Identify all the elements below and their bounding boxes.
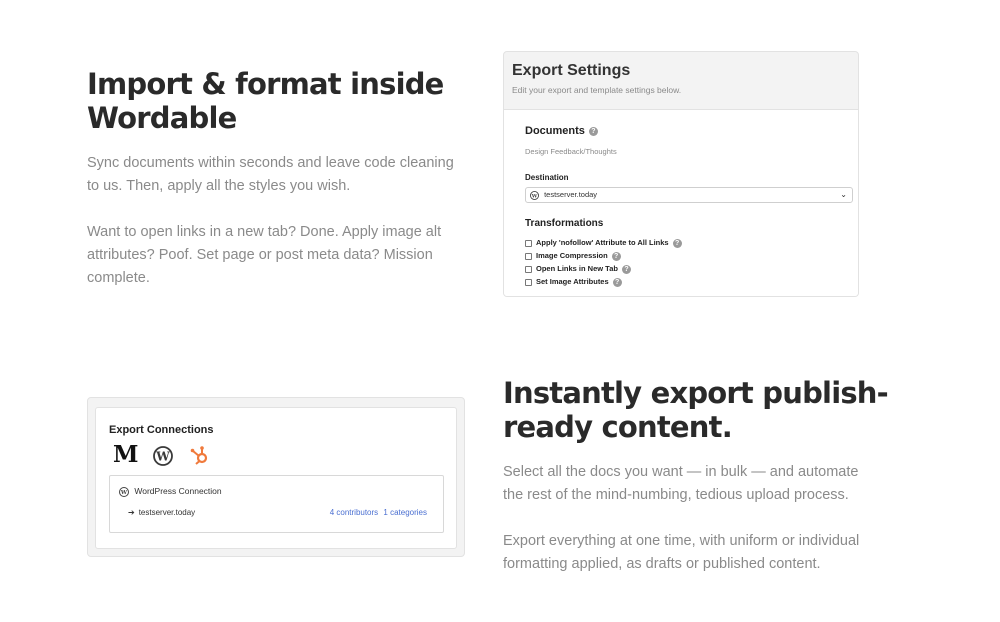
connection-server: ➔ testserver.today: [128, 508, 195, 517]
connection-server-text: testserver.today: [138, 508, 196, 517]
option-label: Image Compression: [536, 251, 608, 260]
section2-heading-line2: ready content.: [503, 410, 733, 444]
option-label: Set Image Attributes: [536, 277, 609, 286]
section1-heading-line1: Import & format inside: [87, 67, 444, 101]
categories-link[interactable]: 1 categories: [383, 508, 427, 517]
option-set-image-attributes[interactable]: Set Image Attributes?: [525, 277, 622, 287]
help-icon[interactable]: ?: [621, 264, 631, 274]
connection-name: W WordPress Connection: [119, 486, 222, 497]
hubspot-logo-icon[interactable]: [190, 445, 210, 466]
medium-logo-icon[interactable]: M: [113, 442, 138, 468]
export-settings-title: Export Settings: [512, 62, 631, 79]
export-settings-body: Documents? Design Feedback/Thoughts Dest…: [504, 109, 858, 296]
section1-heading-line2: Wordable: [87, 101, 237, 135]
svg-text:W: W: [531, 193, 538, 199]
contributors-link[interactable]: 4 contributors: [330, 508, 378, 517]
destination-value: testserver.today: [544, 190, 598, 199]
arrow-right-icon: ➔: [128, 508, 135, 517]
transformations-label: Transformations: [525, 218, 604, 229]
connection-name-text: WordPress Connection: [134, 486, 222, 496]
section1-para2: Want to open links in a new tab? Done. A…: [87, 224, 442, 286]
option-label: Apply 'nofollow' Attribute to All Links: [536, 238, 669, 247]
export-connections-inner: Export Connections M W W WordPress Conne…: [95, 407, 457, 549]
help-icon[interactable]: ?: [612, 277, 622, 287]
export-settings-panel: Export Settings Edit your export and tem…: [503, 51, 859, 297]
document-name: Design Feedback/Thoughts: [525, 147, 617, 156]
option-label: Open Links in New Tab: [536, 264, 618, 273]
wordpress-connection-box[interactable]: W WordPress Connection ➔ testserver.today…: [109, 475, 444, 533]
section1-heading: Import & format inside Wordable: [87, 67, 467, 135]
wordpress-icon: W: [530, 190, 539, 200]
section2-para1: Select all the docs you want — in bulk —…: [503, 464, 859, 503]
chevron-down-icon: ⌄: [840, 190, 847, 199]
export-settings-subtitle: Edit your export and template settings b…: [512, 85, 682, 95]
section1-para1: Sync documents within seconds and leave …: [87, 155, 454, 194]
section2-para2: Export everything at one time, with unif…: [503, 533, 860, 572]
checkbox[interactable]: [525, 278, 532, 286]
checkbox[interactable]: [525, 265, 532, 273]
section2-heading: Instantly export publish- ready content.: [503, 376, 923, 444]
wordpress-icon: W: [119, 486, 129, 497]
option-image-compression[interactable]: Image Compression?: [525, 251, 621, 261]
help-icon[interactable]: ?: [672, 238, 682, 248]
option-nofollow[interactable]: Apply 'nofollow' Attribute to All Links?: [525, 238, 682, 248]
destination-select[interactable]: W testserver.today ⌄: [525, 187, 853, 203]
checkbox[interactable]: [525, 239, 532, 247]
export-connections-title: Export Connections: [109, 424, 214, 436]
help-icon[interactable]: ?: [588, 126, 598, 136]
section2-heading-line1: Instantly export publish-: [503, 376, 889, 410]
option-open-links-new-tab[interactable]: Open Links in New Tab?: [525, 264, 631, 274]
export-connections-panel: Export Connections M W W WordPress Conne…: [87, 397, 465, 557]
wordpress-logo-icon[interactable]: W: [153, 446, 173, 466]
svg-text:W: W: [120, 490, 128, 496]
help-icon[interactable]: ?: [611, 251, 621, 261]
svg-text:W: W: [155, 450, 170, 464]
destination-label: Destination: [525, 173, 569, 182]
documents-label: Documents?: [525, 125, 598, 137]
documents-label-text: Documents: [525, 125, 585, 137]
checkbox[interactable]: [525, 252, 532, 260]
connection-links: 4 contributors 1 categories: [327, 508, 427, 517]
